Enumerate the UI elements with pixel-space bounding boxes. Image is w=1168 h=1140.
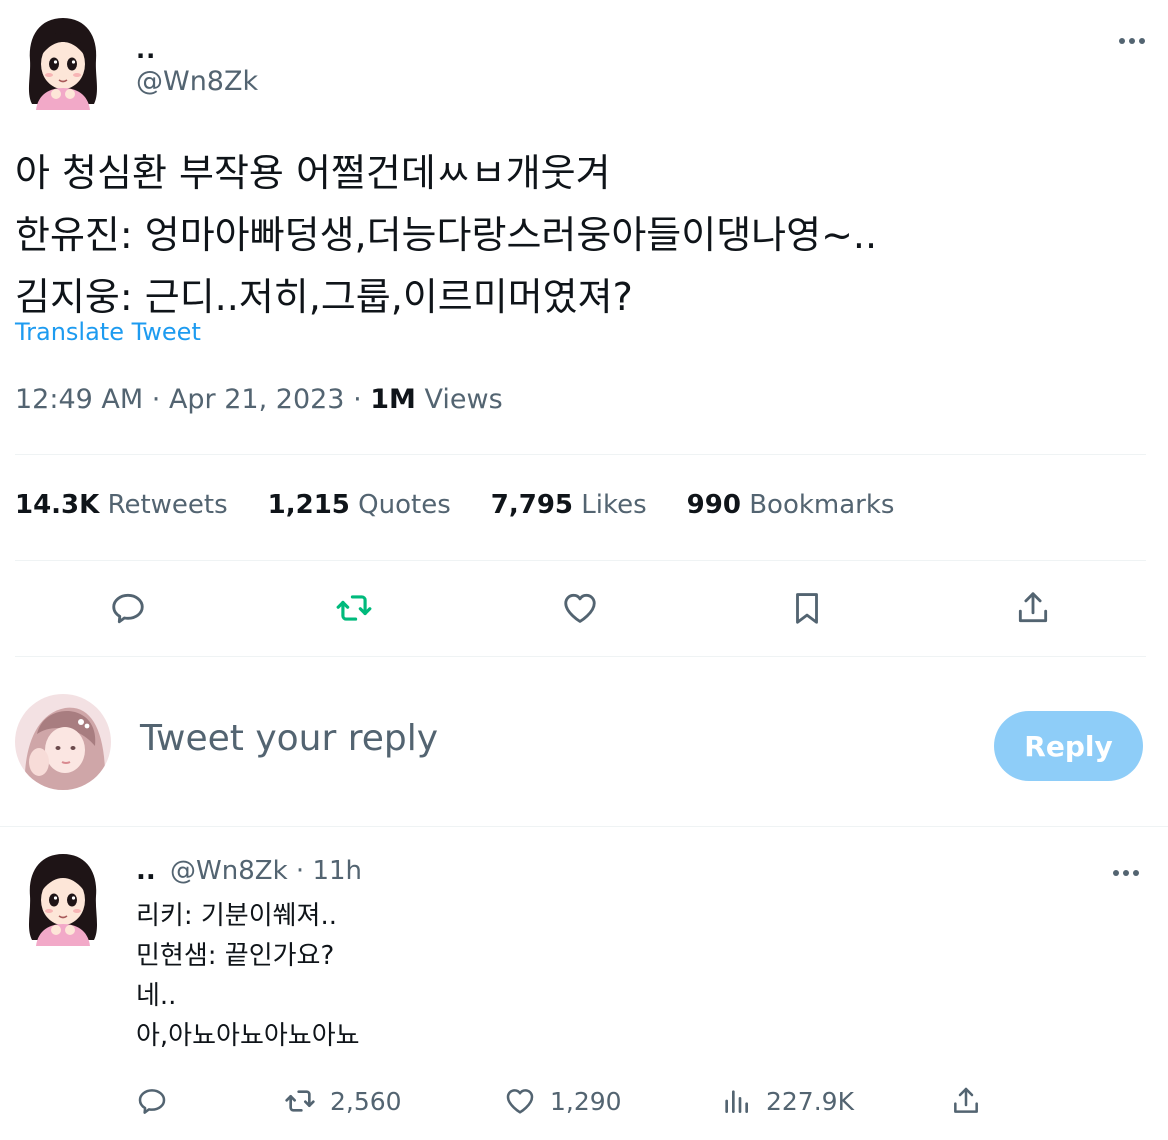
reply-age[interactable]: 11h [312, 856, 362, 886]
tweet-page: .. @Wn8Zk 아 청심환 부작용 어쩔건데ㅆㅂ개웃겨 한유진: 엉마아빠덩… [0, 0, 1168, 1140]
tweet-text-line: 아 청심환 부작용 어쩔건데ㅆㅂ개웃겨 [15, 151, 611, 195]
reply-header: .. @Wn8Zk · 11h [136, 856, 362, 886]
reply-like-button[interactable]: 1,290 [504, 1078, 622, 1124]
current-user-avatar[interactable] [15, 694, 111, 790]
quotes-label: Quotes [358, 490, 451, 520]
reply-retweet-count: 2,560 [330, 1086, 402, 1116]
likes-stat[interactable]: 7,795 Likes [491, 490, 647, 520]
author-handle[interactable]: @Wn8Zk [136, 66, 258, 97]
retweets-stat[interactable]: 14.3K Retweets [15, 490, 228, 520]
reply-text-line: 네.. [136, 981, 177, 1011]
tweet-stats: 14.3K Retweets 1,215 Quotes 7,795 Likes … [15, 490, 934, 520]
reply-retweet-button[interactable]: 2,560 [284, 1078, 402, 1124]
reply-action-bar: 2,560 1,290 227.9K [130, 1078, 1010, 1124]
tweet-text: 아 청심환 부작용 어쩔건데ㅆㅂ개웃겨 한유진: 엉마아빠덩생,더능다랑스러웅아… [15, 142, 1155, 328]
meta-separator: · [353, 384, 362, 415]
tweet-header: .. @Wn8Zk [22, 14, 1152, 114]
author-avatar[interactable] [22, 14, 104, 110]
reply-more-options-icon[interactable] [1106, 862, 1146, 884]
share-icon[interactable] [1005, 580, 1061, 636]
views-count: 1M [370, 384, 416, 415]
reply-separator: · [295, 856, 305, 886]
retweet-icon [285, 1090, 315, 1112]
tweet-date[interactable]: Apr 21, 2023 [169, 384, 345, 415]
meta-separator: · [151, 384, 161, 415]
reply-text-line: 리키: 기분이쒜져.. [136, 901, 337, 931]
quotes-count: 1,215 [267, 490, 350, 520]
reply-text-line: 민현샘: 끝인가요? [136, 941, 335, 971]
tweet-action-bar [15, 580, 1146, 640]
translate-tweet-link[interactable]: Translate Tweet [15, 318, 201, 346]
divider [0, 826, 1168, 827]
reply-icon [138, 1089, 166, 1114]
bookmarks-label: Bookmarks [749, 490, 895, 520]
reply-like-count: 1,290 [550, 1086, 622, 1116]
likes-label: Likes [581, 490, 647, 520]
reply-text: 리키: 기분이쒜져.. 민현샘: 끝인가요? 네.. 아,아뇨아뇨아뇨아뇨 [136, 896, 360, 1056]
author-display-name[interactable]: .. [136, 36, 156, 64]
divider [15, 560, 1146, 561]
reply-button[interactable]: Reply [994, 711, 1143, 781]
reply-input[interactable]: Tweet your reply [140, 718, 438, 759]
reply-views-button[interactable]: 227.9K [720, 1078, 854, 1124]
analytics-icon [725, 1090, 748, 1113]
tweet-time[interactable]: 12:49 AM [15, 384, 143, 415]
reply-author-avatar[interactable] [22, 850, 104, 946]
reply-display-name[interactable]: .. [136, 856, 156, 886]
tweet-text-line: 한유진: 엉마아빠덩생,더능다랑스러웅아들이댕나영~.. [15, 213, 878, 257]
share-icon [954, 1087, 978, 1113]
retweets-label: Retweets [107, 490, 228, 520]
tweet-meta: 12:49 AM · Apr 21, 2023 · 1M Views [15, 384, 503, 415]
reply-views-count: 227.9K [766, 1086, 854, 1116]
divider [15, 656, 1146, 657]
quotes-stat[interactable]: 1,215 Quotes [268, 490, 451, 520]
reply-share-button[interactable] [950, 1078, 982, 1124]
like-icon[interactable] [552, 580, 608, 636]
reply-text-line: 아,아뇨아뇨아뇨아뇨 [136, 1021, 360, 1051]
bookmarks-count: 990 [686, 490, 741, 520]
divider [15, 454, 1146, 455]
bookmarks-stat[interactable]: 990 Bookmarks [687, 490, 895, 520]
retweets-count: 14.3K [15, 490, 100, 520]
reply-handle[interactable]: @Wn8Zk [170, 856, 288, 886]
retweet-icon[interactable] [326, 580, 382, 636]
reply-reply-button[interactable] [136, 1078, 168, 1124]
views-label: Views [424, 384, 503, 415]
reply-icon[interactable] [100, 580, 156, 636]
like-icon [506, 1089, 534, 1114]
more-options-icon[interactable] [1112, 30, 1152, 52]
likes-count: 7,795 [490, 490, 574, 520]
bookmark-icon[interactable] [779, 580, 835, 636]
